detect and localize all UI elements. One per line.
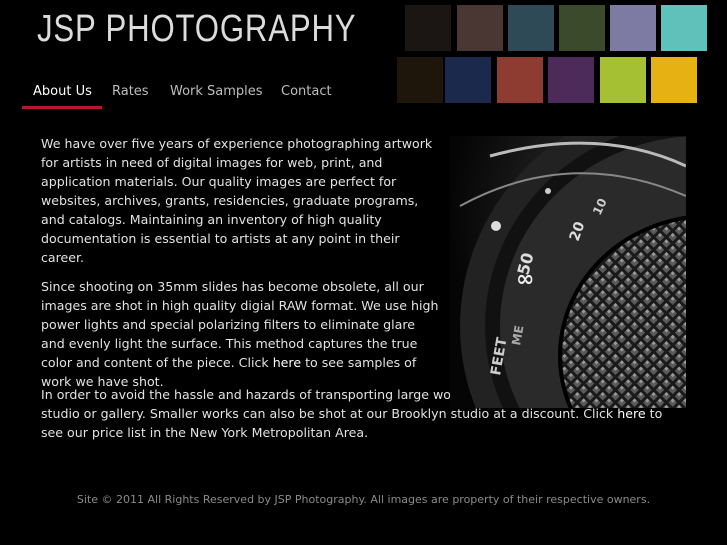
camera-lens-photo: 50 20 10 ∞ FEET ME <box>450 136 686 408</box>
paragraph-format: Since shooting on 35mm slides has become… <box>41 277 441 391</box>
swatch-row2-6 <box>651 57 697 103</box>
swatch-row1-1 <box>405 5 451 51</box>
swatch-row1-2 <box>457 5 503 51</box>
site-logo[interactable]: JSP PHOTOGRAPHY <box>37 8 356 51</box>
paragraph-experience: We have over five years of experience ph… <box>41 136 433 265</box>
footer-copyright: Site © 2011 All Rights Reserved by JSP P… <box>76 493 651 506</box>
nav-contact[interactable]: Contact <box>281 78 332 108</box>
swatch-row1-4 <box>559 5 605 51</box>
lens-illustration: 50 20 10 ∞ FEET ME <box>450 136 686 408</box>
about-content: We have over five years of experience ph… <box>41 134 441 401</box>
active-tab-indicator <box>22 106 102 109</box>
swatch-row2-4 <box>548 57 594 103</box>
swatch-row1-6 <box>661 5 707 51</box>
swatch-row2-3 <box>497 57 543 103</box>
color-swatch-banner <box>395 5 707 105</box>
swatch-row2-1 <box>397 57 443 103</box>
work-samples-link[interactable]: here <box>273 355 301 370</box>
nav-rates[interactable]: Rates <box>112 78 149 108</box>
lens-mark-infinity: ∞ <box>516 267 534 292</box>
nav-about-us[interactable]: About Us <box>33 78 92 108</box>
swatch-row1-3 <box>508 5 554 51</box>
nav-work-samples[interactable]: Work Samples <box>170 78 263 108</box>
swatch-row1-5 <box>610 5 656 51</box>
price-list-link[interactable]: here <box>617 406 645 421</box>
swatch-row2-2 <box>445 57 491 103</box>
swatch-row2-5 <box>600 57 646 103</box>
